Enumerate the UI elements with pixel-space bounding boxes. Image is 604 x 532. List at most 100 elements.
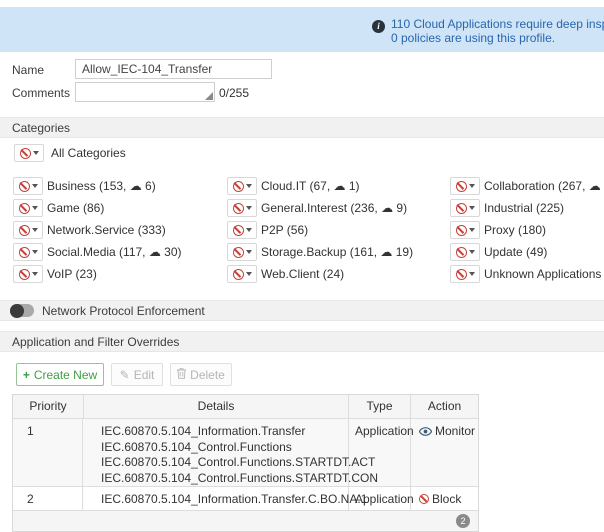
block-icon: [419, 494, 429, 504]
category-voip-dropdown[interactable]: [13, 265, 43, 283]
block-icon: [233, 269, 244, 280]
block-icon: [456, 225, 467, 236]
resize-handle-icon[interactable]: [205, 92, 213, 100]
block-icon: [456, 203, 467, 214]
category-socialmedia-label: Social.Media (117, ☁ 30): [47, 243, 182, 261]
category-collaboration-dropdown[interactable]: [450, 177, 480, 195]
create-new-label: Create New: [34, 368, 97, 382]
category-voip-label: VoIP (23): [47, 265, 97, 283]
chevron-down-icon: [246, 272, 252, 276]
comments-label: Comments: [12, 86, 70, 100]
categories-section-header: Categories: [0, 117, 604, 138]
header-type[interactable]: Type: [349, 395, 411, 418]
all-categories-label: All Categories: [51, 144, 126, 162]
block-icon: [456, 269, 467, 280]
category-storagebackup-label: Storage.Backup (161, ☁ 19): [261, 243, 413, 261]
plus-icon: +: [23, 368, 30, 382]
category-game-label: Game (86): [47, 199, 104, 217]
create-new-button[interactable]: + Create New: [16, 363, 104, 386]
category-cloudit-dropdown[interactable]: [227, 177, 257, 195]
block-icon: [233, 181, 244, 192]
comments-textarea[interactable]: [75, 82, 215, 102]
info-banner-text: 110 Cloud Applications require deep insp…: [391, 17, 604, 45]
chevron-down-icon: [32, 272, 38, 276]
category-business-dropdown[interactable]: [13, 177, 43, 195]
chevron-down-icon: [246, 206, 252, 210]
chevron-down-icon: [469, 250, 475, 254]
eye-icon: [419, 425, 432, 439]
table-row[interactable]: 1 IEC.60870.5.104_Information.Transfer I…: [13, 419, 478, 487]
header-priority[interactable]: Priority: [13, 395, 83, 418]
category-p2p-dropdown[interactable]: [227, 221, 257, 239]
toggle-knob: [10, 304, 24, 318]
row1-details: IEC.60870.5.104_Information.Transfer IEC…: [83, 419, 349, 486]
overrides-table: Priority Details Type Action 1 IEC.60870…: [12, 394, 479, 532]
category-p2p-label: P2P (56): [261, 221, 308, 239]
network-protocol-toggle[interactable]: [10, 304, 34, 317]
chevron-down-icon: [469, 228, 475, 232]
block-icon: [456, 247, 467, 258]
all-categories-action-dropdown[interactable]: [14, 144, 44, 162]
name-label: Name: [12, 63, 44, 77]
chevron-down-icon: [246, 184, 252, 188]
chevron-down-icon: [469, 272, 475, 276]
category-networkservice-label: Network.Service (333): [47, 221, 166, 239]
chevron-down-icon: [32, 206, 38, 210]
block-icon: [19, 247, 30, 258]
row2-action: Block: [411, 487, 478, 510]
table-row[interactable]: 2 IEC.60870.5.104_Information.Transfer.C…: [13, 487, 478, 511]
detail-line: IEC.60870.5.104_Information.Transfer.C.B…: [83, 492, 348, 508]
chevron-down-icon: [32, 250, 38, 254]
category-networkservice-dropdown[interactable]: [13, 221, 43, 239]
chevron-down-icon: [246, 250, 252, 254]
info-icon: i: [372, 20, 385, 33]
row2-details: IEC.60870.5.104_Information.Transfer.C.B…: [83, 487, 349, 510]
chevron-down-icon: [469, 206, 475, 210]
category-collaboration-label: Collaboration (267, ☁ 16): [484, 177, 604, 195]
category-business-label: Business (153, ☁ 6): [47, 177, 156, 195]
row1-type: Application: [349, 419, 411, 486]
chevron-down-icon: [32, 184, 38, 188]
edit-button[interactable]: ✎ Edit: [111, 363, 163, 386]
pencil-icon: ✎: [120, 368, 130, 382]
block-icon: [233, 225, 244, 236]
info-banner-line1: 110 Cloud Applications require deep insp…: [391, 17, 604, 31]
category-proxy-label: Proxy (180): [484, 221, 546, 239]
category-update-label: Update (49): [484, 243, 547, 261]
delete-button[interactable]: Delete: [170, 363, 232, 386]
edit-label: Edit: [134, 368, 155, 382]
table-footer: 2: [13, 511, 478, 531]
category-unknown-label: Unknown Applications: [484, 265, 601, 283]
block-icon: [456, 181, 467, 192]
category-game-dropdown[interactable]: [13, 199, 43, 217]
row1-action: Monitor: [411, 419, 478, 486]
block-icon: [19, 269, 30, 280]
chevron-down-icon: [469, 184, 475, 188]
block-icon: [20, 148, 31, 159]
trash-icon: [177, 368, 186, 382]
category-update-dropdown[interactable]: [450, 243, 480, 261]
category-unknown-dropdown[interactable]: [450, 265, 480, 283]
category-generalinterest-label: General.Interest (236, ☁ 9): [261, 199, 407, 217]
network-protocol-label: Network Protocol Enforcement: [42, 304, 205, 318]
header-details[interactable]: Details: [83, 395, 349, 418]
category-industrial-dropdown[interactable]: [450, 199, 480, 217]
chevron-down-icon: [32, 228, 38, 232]
category-storagebackup-dropdown[interactable]: [227, 243, 257, 261]
detail-line: IEC.60870.5.104_Control.Functions: [83, 440, 348, 456]
category-generalinterest-dropdown[interactable]: [227, 199, 257, 217]
delete-label: Delete: [190, 368, 225, 382]
category-cloudit-label: Cloud.IT (67, ☁ 1): [261, 177, 359, 195]
category-proxy-dropdown[interactable]: [450, 221, 480, 239]
name-input[interactable]: [75, 59, 272, 79]
comments-char-counter: 0/255: [219, 86, 249, 100]
overrides-section-header: Application and Filter Overrides: [0, 331, 604, 352]
category-webclient-dropdown[interactable]: [227, 265, 257, 283]
category-socialmedia-dropdown[interactable]: [13, 243, 43, 261]
category-webclient-label: Web.Client (24): [261, 265, 344, 283]
block-icon: [19, 181, 30, 192]
block-icon: [233, 203, 244, 214]
detail-line: IEC.60870.5.104_Information.Transfer: [83, 424, 348, 440]
block-icon: [19, 225, 30, 236]
header-action[interactable]: Action: [411, 395, 478, 418]
